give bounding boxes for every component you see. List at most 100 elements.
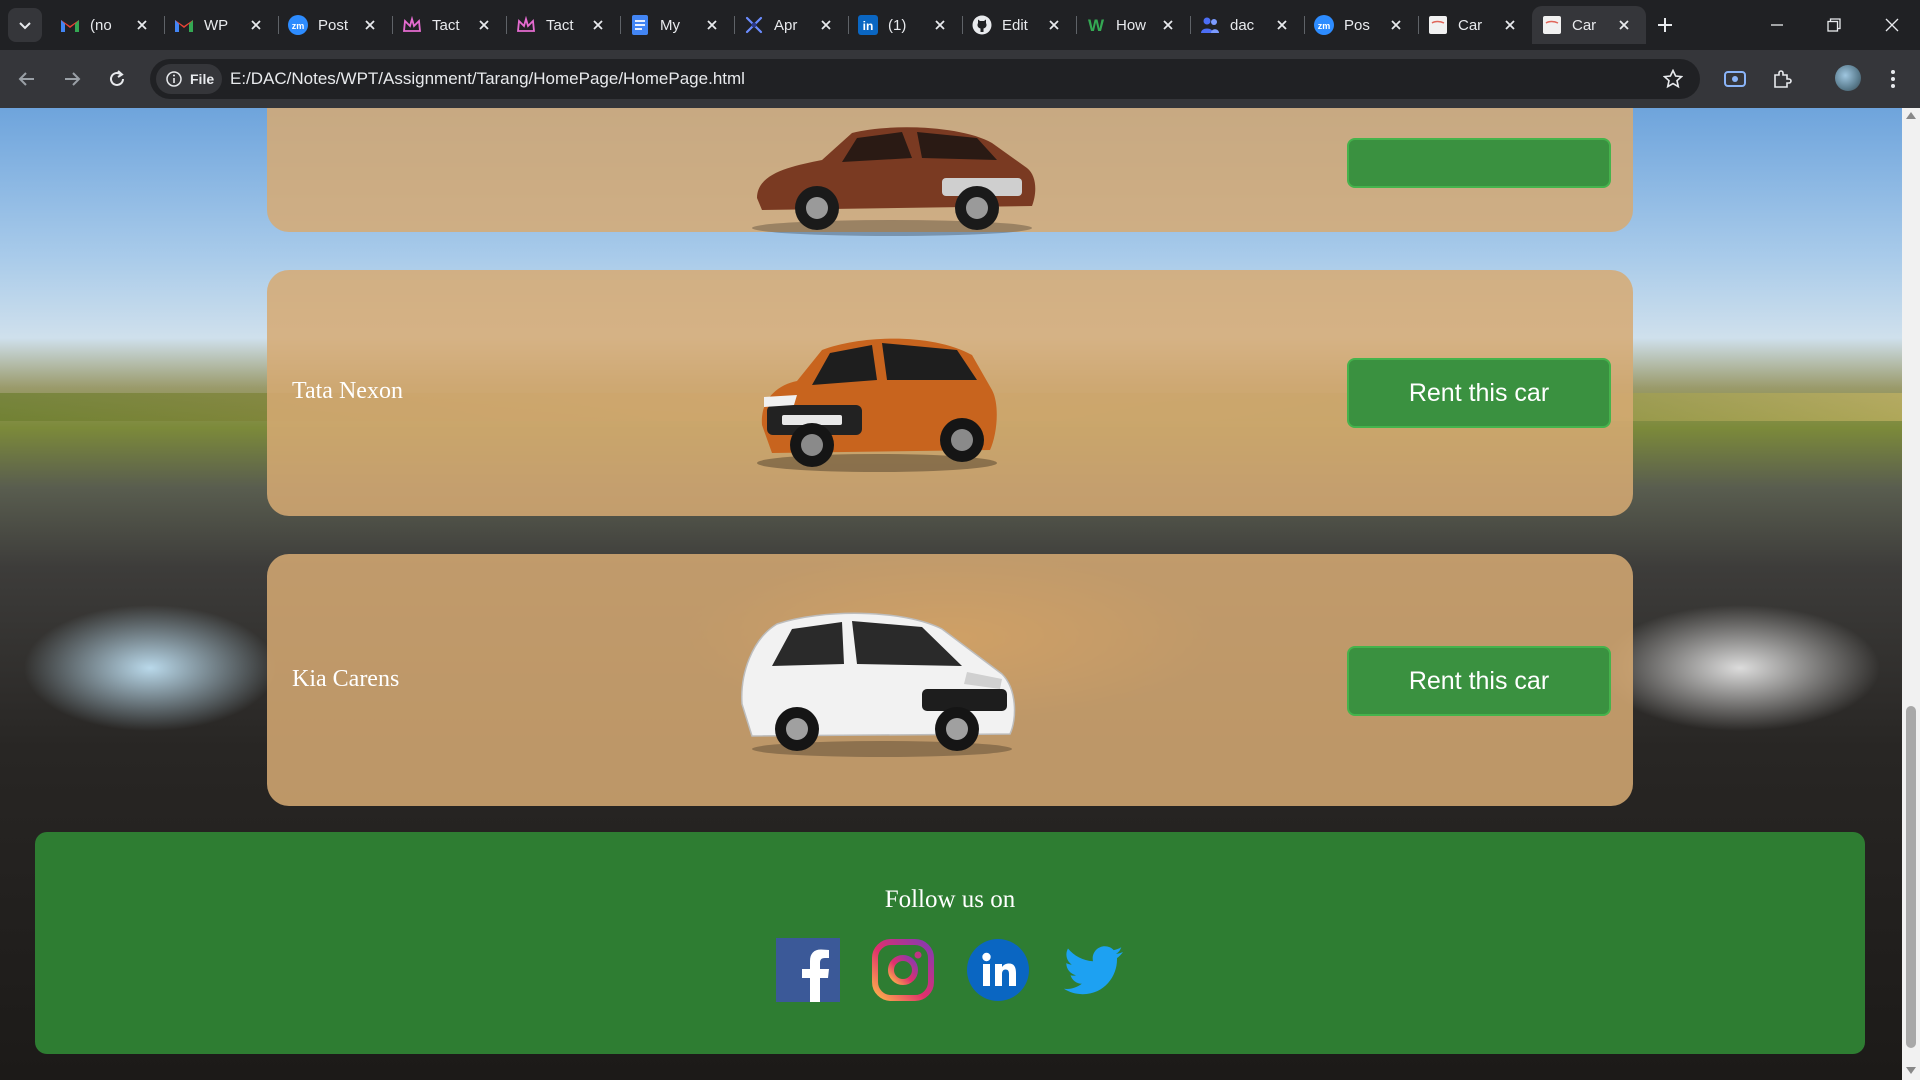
- close-icon[interactable]: [360, 15, 380, 35]
- rent-button[interactable]: [1347, 138, 1611, 188]
- close-icon[interactable]: [1614, 15, 1634, 35]
- close-icon[interactable]: [1158, 15, 1178, 35]
- close-icon[interactable]: [1272, 15, 1292, 35]
- scroll-down-arrow-icon[interactable]: [1906, 1067, 1916, 1074]
- close-icon[interactable]: [816, 15, 836, 35]
- menu-button[interactable]: [1878, 64, 1908, 94]
- gmail-icon: [60, 15, 80, 35]
- svg-text:W: W: [1088, 16, 1105, 35]
- close-icon[interactable]: [588, 15, 608, 35]
- github-icon: [972, 15, 992, 35]
- arrow-right-icon: [65, 72, 81, 86]
- follow-heading: Follow us on: [884, 886, 1016, 913]
- crown-icon: [402, 15, 422, 35]
- puzzle-icon: [1774, 70, 1792, 88]
- tab-strip: (no WP zm Post Tact Tact My Apr in (1) E…: [0, 0, 1920, 50]
- close-icon[interactable]: [1044, 15, 1064, 35]
- close-icon[interactable]: [702, 15, 722, 35]
- site-info-chip[interactable]: File: [156, 64, 222, 94]
- close-icon[interactable]: [132, 15, 152, 35]
- tab-tact-1[interactable]: Tact: [392, 6, 507, 44]
- info-icon: [166, 71, 182, 87]
- docs-icon: [630, 15, 650, 35]
- zoom-icon: zm: [288, 15, 308, 35]
- restore-icon: [1827, 18, 1841, 32]
- url-text[interactable]: E:/DAC/Notes/WPT/Assignment/Tarang/HomeP…: [230, 69, 745, 89]
- tab-title: Car: [1458, 16, 1483, 34]
- tab-title: Apr: [774, 16, 798, 34]
- tab-gmail-1[interactable]: (no: [50, 6, 165, 44]
- tab-zoom-2[interactable]: zm Pos: [1304, 6, 1419, 44]
- car-name: Tata Nexon: [292, 378, 403, 404]
- zoom-icon: zm: [1314, 15, 1334, 35]
- page-icon: [1542, 15, 1562, 35]
- footer: Follow us on: [35, 832, 1865, 1054]
- tab-docs[interactable]: My: [620, 6, 735, 44]
- close-icon[interactable]: [1386, 15, 1406, 35]
- tab-github[interactable]: Edit: [962, 6, 1077, 44]
- page-scrollbar[interactable]: [1902, 108, 1920, 1080]
- tab-title: My: [660, 16, 680, 34]
- browser-toolbar: File E:/DAC/Notes/WPT/Assignment/Tarang/…: [0, 50, 1920, 108]
- arrow-left-icon: [18, 72, 34, 86]
- facebook-icon: [776, 938, 840, 1002]
- svg-text:zm: zm: [292, 21, 305, 31]
- minimize-icon: [1771, 24, 1783, 26]
- address-bar[interactable]: File E:/DAC/Notes/WPT/Assignment/Tarang/…: [150, 59, 1700, 99]
- tab-title: WP: [204, 16, 229, 34]
- site-info-label: File: [190, 71, 215, 87]
- car-card: [267, 108, 1633, 236]
- minimize-button[interactable]: [1762, 10, 1792, 40]
- tab-zoom-1[interactable]: zm Post: [278, 6, 393, 44]
- tab-list: (no WP zm Post Tact Tact My Apr in (1) E…: [50, 6, 1646, 44]
- twitter-icon: [1063, 946, 1123, 995]
- tab-dac[interactable]: dac: [1190, 6, 1305, 44]
- instagram-link[interactable]: [871, 938, 935, 1002]
- tab-how[interactable]: W How: [1076, 6, 1191, 44]
- tab-title: Pos: [1344, 16, 1370, 34]
- tab-title: dac: [1230, 16, 1255, 34]
- close-icon[interactable]: [246, 15, 266, 35]
- twitter-link[interactable]: [1061, 938, 1125, 1002]
- close-icon[interactable]: [1500, 15, 1520, 35]
- star-icon: [1663, 69, 1683, 89]
- facebook-link[interactable]: [776, 938, 840, 1002]
- tab-linkedin[interactable]: in (1): [848, 6, 963, 44]
- tab-car-active[interactable]: Car: [1532, 6, 1646, 44]
- linkedin-icon: [967, 939, 1029, 1001]
- scrollbar-thumb[interactable]: [1906, 706, 1916, 1048]
- scroll-up-arrow-icon[interactable]: [1906, 112, 1916, 119]
- tab-title: Post: [318, 16, 349, 34]
- close-icon: [1885, 18, 1899, 32]
- car-name: Kia Carens: [292, 666, 400, 692]
- restore-button[interactable]: [1819, 10, 1849, 40]
- car-image: [741, 612, 1016, 757]
- screen-capture-button[interactable]: [1720, 64, 1750, 94]
- new-tab-button[interactable]: [1650, 10, 1680, 40]
- rent-button[interactable]: Rent this car: [1347, 646, 1611, 716]
- plus-icon: [1658, 18, 1672, 32]
- rent-button-label: Rent this car: [1408, 666, 1550, 695]
- tab-tact-2[interactable]: Tact: [506, 6, 621, 44]
- bookmark-button[interactable]: [1660, 66, 1686, 92]
- tab-gmail-2[interactable]: WP: [164, 6, 279, 44]
- profile-avatar[interactable]: [1835, 65, 1861, 91]
- forward-button[interactable]: [57, 64, 87, 94]
- reload-button[interactable]: [102, 64, 132, 94]
- tab-search-button[interactable]: [8, 8, 42, 42]
- reload-icon: [110, 70, 124, 86]
- linkedin-link[interactable]: [966, 938, 1030, 1002]
- extensions-button[interactable]: [1767, 64, 1797, 94]
- tab-title: Edit: [1002, 16, 1028, 34]
- rent-button[interactable]: Rent this car: [1347, 358, 1611, 428]
- car-card-kia-carens: Kia Carens Rent this car: [267, 554, 1633, 806]
- rent-button-label: Rent this car: [1408, 378, 1550, 407]
- tab-car-1[interactable]: Car: [1418, 6, 1532, 44]
- linkedin-icon: in: [858, 15, 878, 35]
- close-icon[interactable]: [474, 15, 494, 35]
- close-window-button[interactable]: [1877, 10, 1907, 40]
- people-icon: [1200, 15, 1220, 35]
- close-icon[interactable]: [930, 15, 950, 35]
- back-button[interactable]: [12, 64, 42, 94]
- tab-apr[interactable]: Apr: [734, 6, 849, 44]
